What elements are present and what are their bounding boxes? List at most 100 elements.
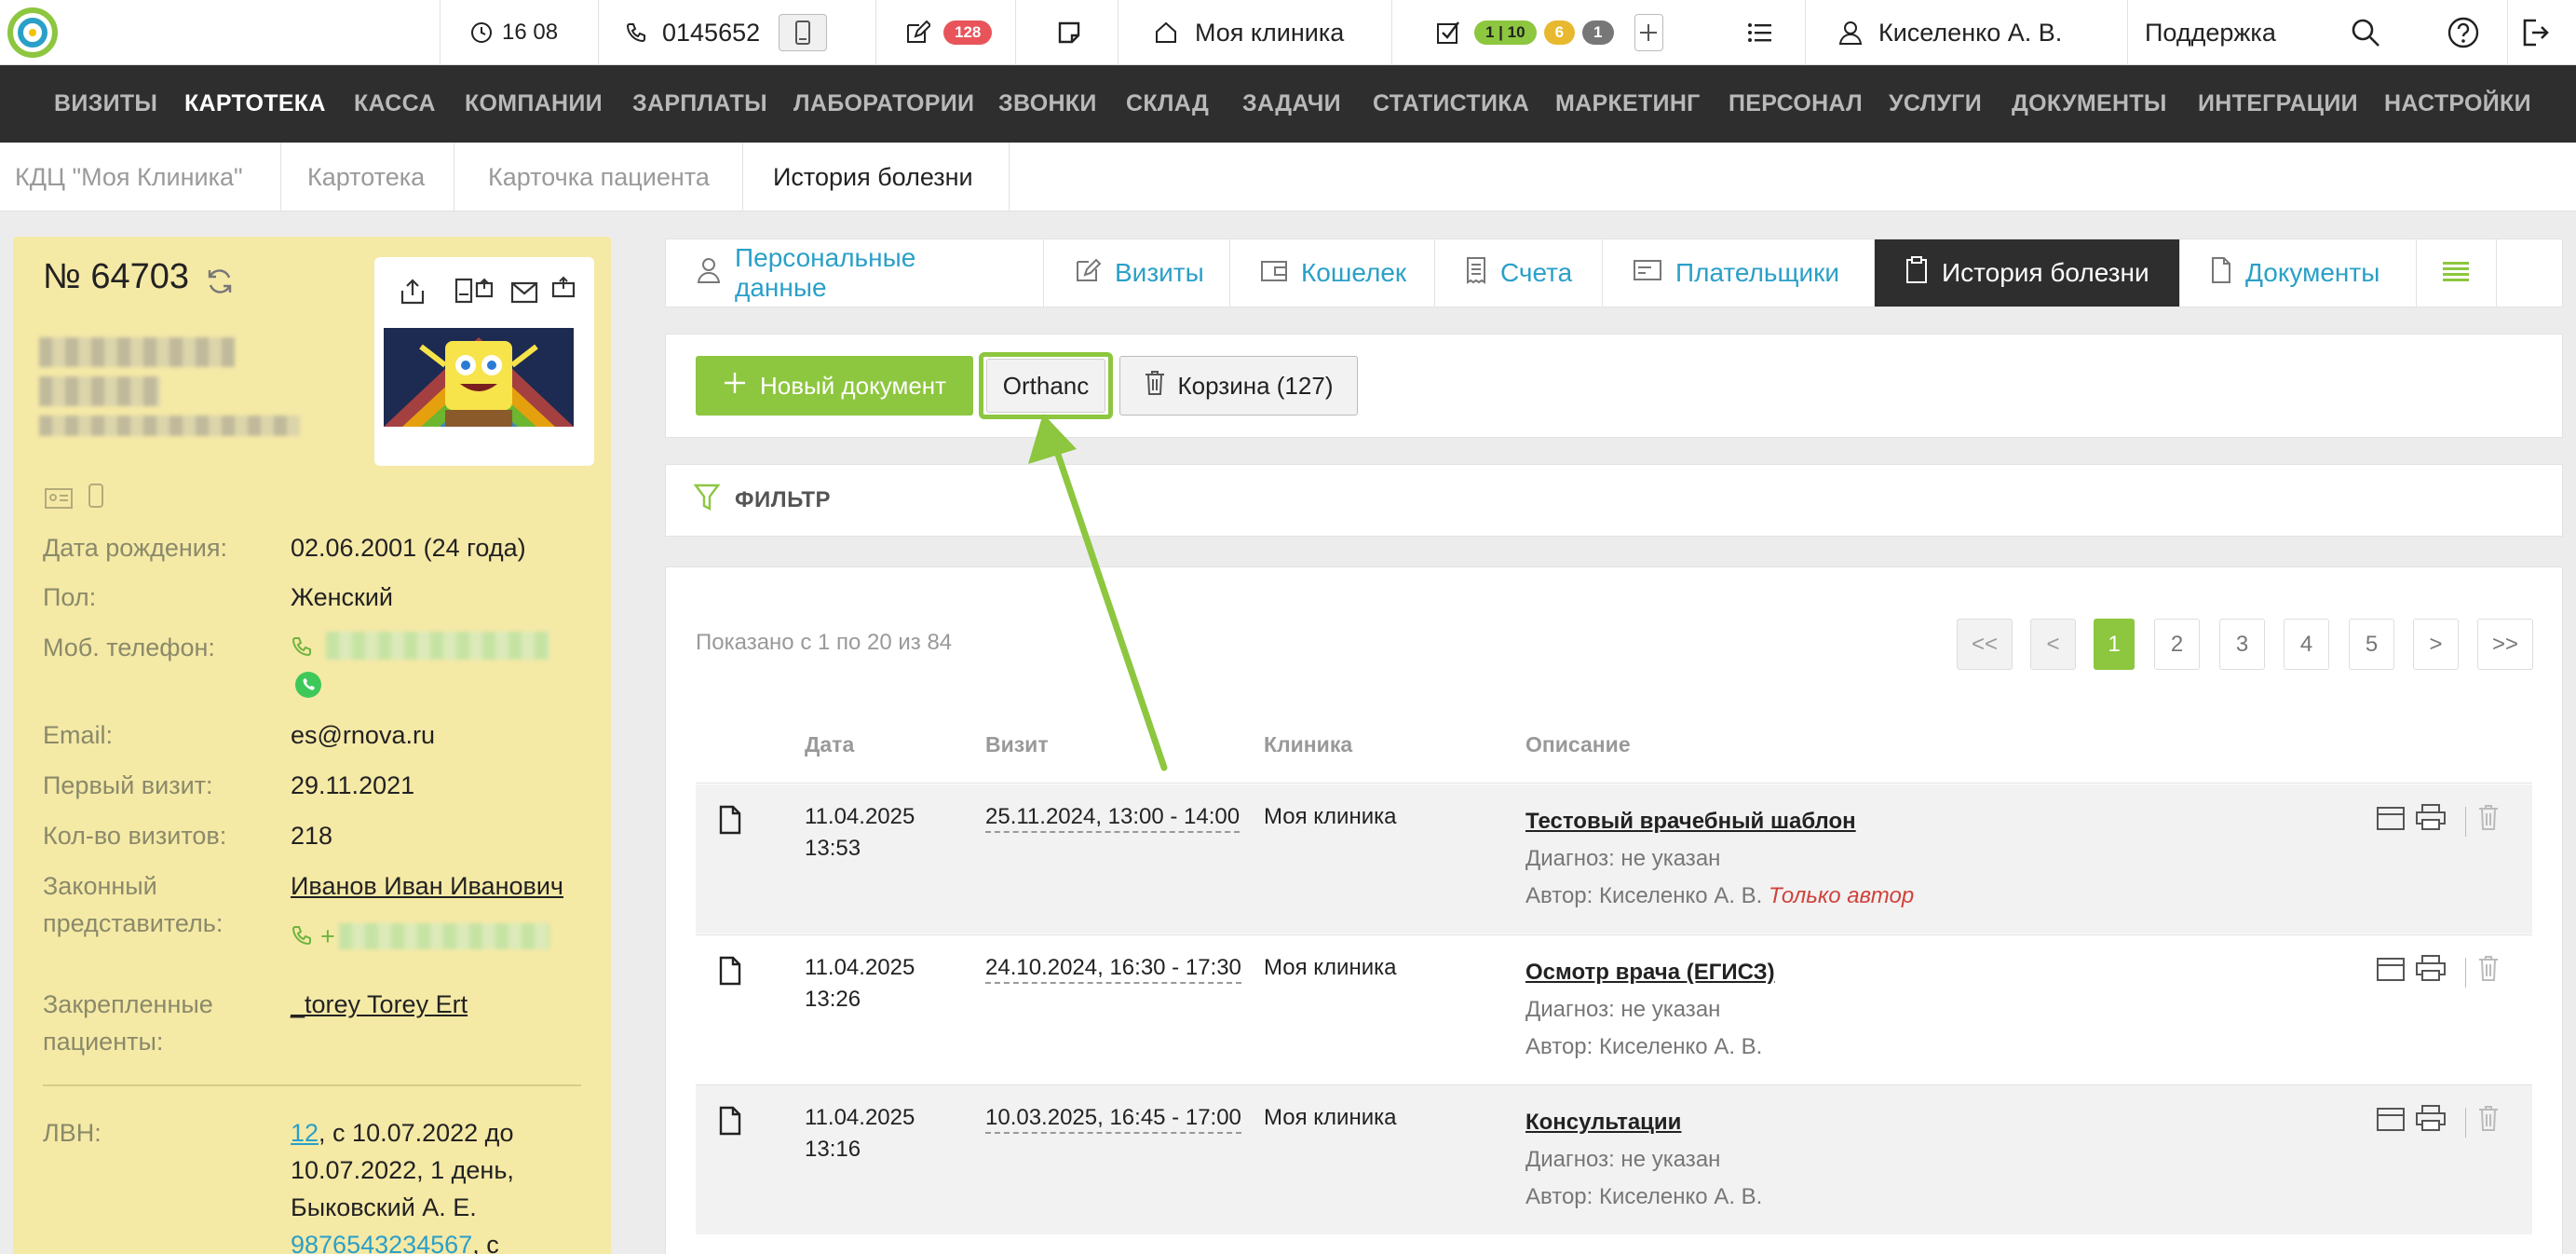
photo-upload-icon[interactable] xyxy=(551,276,576,307)
email-value[interactable]: es@rnova.ru xyxy=(291,716,435,754)
phone-widget[interactable]: 0145652 xyxy=(598,0,875,65)
rep-value[interactable]: Иванов Иван Иванович xyxy=(291,867,563,905)
sticky-note-button[interactable] xyxy=(1015,0,1118,65)
clinic-selector[interactable]: Моя клиника xyxy=(1118,0,1391,65)
nav-personnel[interactable]: ПЕРСОНАЛ xyxy=(1729,65,1863,143)
row-title-link[interactable]: Осмотр врача (ЕГИСЗ) xyxy=(1525,960,1775,985)
document-upload-icon[interactable] xyxy=(454,276,495,312)
document-icon[interactable] xyxy=(718,956,742,992)
table-row[interactable]: 11.04.2025 13:26 24.10.2024, 16:30 - 17:3… xyxy=(696,935,2532,1084)
support-link[interactable]: Поддержка xyxy=(2127,0,2343,65)
notes-widget[interactable]: 128 xyxy=(875,0,1015,65)
help-button[interactable] xyxy=(2429,0,2507,65)
page-last[interactable]: >> xyxy=(2477,619,2533,670)
trash-icon[interactable] xyxy=(2478,803,2499,838)
breadcrumb-history: История болезни xyxy=(743,143,1010,211)
lvn-link-2[interactable]: 9876543234567 xyxy=(291,1231,472,1254)
page-next[interactable]: > xyxy=(2413,619,2459,670)
page-first[interactable]: << xyxy=(1957,619,2013,670)
col-date[interactable]: Дата xyxy=(805,732,854,757)
calendar-icon[interactable] xyxy=(2376,805,2406,838)
rep-call-icon[interactable] xyxy=(291,924,313,953)
attached-value[interactable]: _torey Torey Ert xyxy=(291,986,468,1023)
tab-medical-history[interactable]: История болезни xyxy=(1875,239,2180,307)
breadcrumb-kartoteka[interactable]: Картотека xyxy=(281,143,454,211)
calendar-icon[interactable] xyxy=(2376,956,2406,988)
row-visit-link[interactable]: 10.03.2025, 16:45 - 17:00 xyxy=(985,1104,1241,1134)
filter-panel[interactable]: ФИЛЬТР xyxy=(665,464,2563,537)
nav-settings[interactable]: НАСТРОЙКИ xyxy=(2384,65,2531,143)
patient-photo[interactable] xyxy=(384,328,574,427)
tasks-widget[interactable]: 1 | 10 6 1 xyxy=(1391,0,1663,65)
call-phone-icon[interactable] xyxy=(291,635,313,664)
search-button[interactable] xyxy=(2343,0,2429,65)
tab-more[interactable] xyxy=(2417,239,2497,307)
refresh-icon[interactable] xyxy=(205,266,235,303)
row-visit-link[interactable]: 25.11.2024, 13:00 - 14:00 xyxy=(985,803,1241,833)
nav-companies[interactable]: КОМПАНИИ xyxy=(465,65,603,143)
page-3[interactable]: 3 xyxy=(2219,619,2265,670)
print-icon[interactable] xyxy=(2415,954,2447,988)
page-2[interactable]: 2 xyxy=(2154,619,2200,670)
tab-wallet[interactable]: Кошелек xyxy=(1230,239,1435,307)
mobile-icon[interactable] xyxy=(779,14,828,51)
first-visit-label: Первый визит: xyxy=(43,771,213,799)
document-icon[interactable] xyxy=(718,1106,742,1142)
print-icon[interactable] xyxy=(2415,803,2447,838)
birth-value: 02.06.2001 (24 года) xyxy=(291,534,526,562)
app-logo[interactable] xyxy=(7,7,58,58)
nav-services[interactable]: УСЛУГИ xyxy=(1889,65,1982,143)
logout-button[interactable] xyxy=(2507,0,2576,65)
mail-icon[interactable] xyxy=(510,281,538,310)
nav-marketing[interactable]: МАРКЕТИНГ xyxy=(1555,65,1701,143)
trash-icon[interactable] xyxy=(2478,954,2499,988)
nav-salaries[interactable]: ЗАРПЛАТЫ xyxy=(632,65,767,143)
page-5[interactable]: 5 xyxy=(2349,619,2394,670)
tab-documents[interactable]: Документы xyxy=(2180,239,2417,307)
document-icon[interactable] xyxy=(718,805,742,841)
table-row[interactable]: 11.04.2025 13:16 10.03.2025, 16:45 - 17:0… xyxy=(696,1085,2532,1234)
nav-visits[interactable]: ВИЗИТЫ xyxy=(54,65,157,143)
orthanc-button[interactable]: Orthanc xyxy=(986,359,1105,413)
col-clinic[interactable]: Клиника xyxy=(1264,732,1352,757)
action-divider xyxy=(2465,1108,2466,1138)
row-visit-link[interactable]: 24.10.2024, 16:30 - 17:30 xyxy=(985,954,1241,984)
breadcrumb-patient-card[interactable]: Карточка пациента xyxy=(454,143,743,211)
id-card-icon[interactable] xyxy=(45,486,73,515)
nav-tasks[interactable]: ЗАДАЧИ xyxy=(1242,65,1341,143)
trash-button[interactable]: Корзина (127) xyxy=(1119,356,1358,416)
tab-visits[interactable]: Визиты xyxy=(1044,239,1230,307)
page-1[interactable]: 1 xyxy=(2094,619,2135,670)
nav-laboratories[interactable]: ЛАБОРАТОРИИ xyxy=(793,65,974,143)
lvn-link-1[interactable]: 12 xyxy=(291,1119,319,1147)
whatsapp-icon[interactable] xyxy=(294,671,322,705)
nav-integrations[interactable]: ИНТЕГРАЦИИ xyxy=(2198,65,2358,143)
table-row[interactable]: 11.04.2025 13:53 25.11.2024, 13:00 - 14:0… xyxy=(696,784,2532,934)
page-4[interactable]: 4 xyxy=(2284,619,2329,670)
page-prev[interactable]: < xyxy=(2030,619,2076,670)
nav-kartoteka[interactable]: КАРТОТЕКА xyxy=(184,65,326,143)
share-icon[interactable] xyxy=(399,278,427,312)
mobile-app-icon[interactable] xyxy=(88,483,104,515)
breadcrumb-clinic[interactable]: КДЦ "Моя Клиника" xyxy=(0,143,281,211)
nav-kassa[interactable]: КАССА xyxy=(354,65,436,143)
tab-payers[interactable]: Плательщики xyxy=(1603,239,1875,307)
user-menu[interactable]: Киселенко А. В. xyxy=(1805,0,2127,65)
row-title-link[interactable]: Консультации xyxy=(1525,1110,1681,1135)
new-document-button[interactable]: Новый документ xyxy=(696,356,973,416)
list-menu-button[interactable] xyxy=(1719,0,1805,65)
nav-documents[interactable]: ДОКУМЕНТЫ xyxy=(2012,65,2167,143)
row-title-link[interactable]: Тестовый врачебный шаблон xyxy=(1525,809,1856,834)
nav-warehouse[interactable]: СКЛАД xyxy=(1126,65,1209,143)
tab-invoices[interactable]: Счета xyxy=(1435,239,1603,307)
tab-personal-data[interactable]: Персональные данные xyxy=(666,239,1044,307)
calendar-icon[interactable] xyxy=(2376,1106,2406,1138)
add-task-button[interactable] xyxy=(1634,14,1663,51)
col-description[interactable]: Описание xyxy=(1525,732,1631,757)
nav-calls[interactable]: ЗВОНКИ xyxy=(998,65,1097,143)
nav-statistics[interactable]: СТАТИСТИКА xyxy=(1373,65,1529,143)
print-icon[interactable] xyxy=(2415,1104,2447,1138)
clock-widget[interactable]: 16 08 xyxy=(440,0,598,65)
trash-icon[interactable] xyxy=(2478,1104,2499,1138)
list-icon xyxy=(1747,21,1773,44)
